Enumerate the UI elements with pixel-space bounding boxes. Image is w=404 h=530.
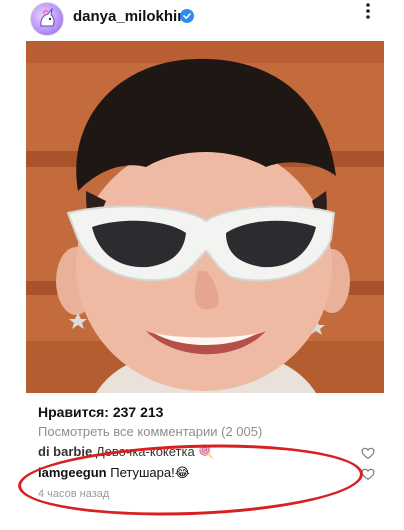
more-options-icon[interactable] [356,2,380,26]
avatar[interactable] [30,2,64,36]
verified-badge-icon [180,9,194,23]
post-header: danya_milokhin [0,0,404,36]
heart-icon[interactable] [361,467,375,481]
view-all-comments-link[interactable]: Посмотреть все комментарии (2 005) [38,424,262,439]
heart-icon[interactable] [361,446,375,460]
likes-count[interactable]: Нравится: 237 213 [38,404,163,420]
username[interactable]: danya_milokhin [73,8,186,25]
unicorn-icon [40,8,55,27]
post-photo[interactable] [26,41,384,393]
